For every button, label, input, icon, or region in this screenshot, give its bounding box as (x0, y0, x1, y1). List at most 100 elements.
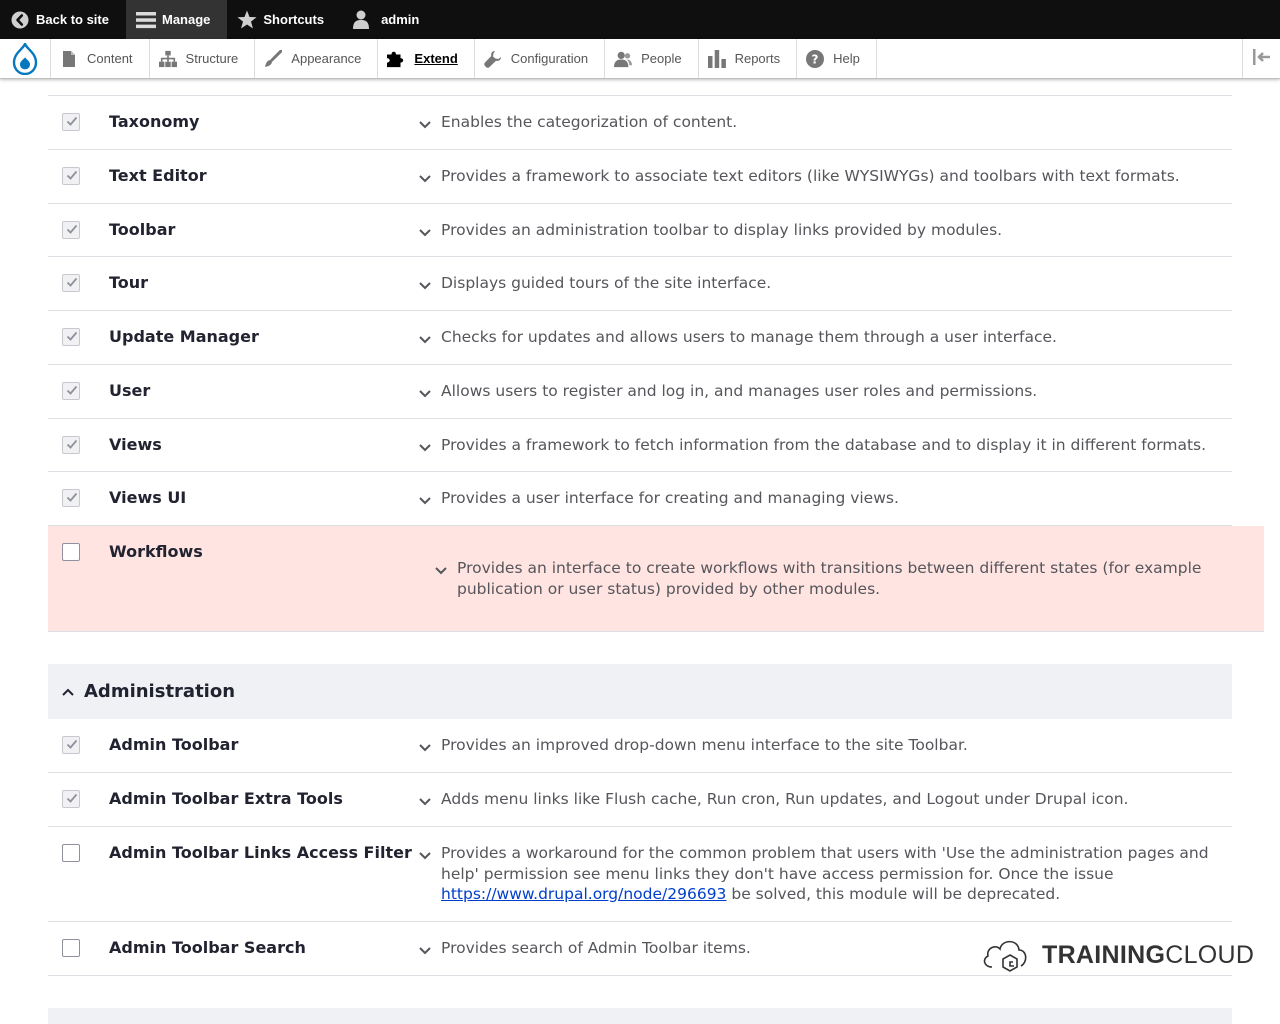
shortcuts-label: Shortcuts (263, 12, 325, 27)
tray-item-help[interactable]: ? Help (796, 39, 877, 78)
issue-link[interactable]: https://www.drupal.org/node/296693 (441, 885, 726, 903)
tray-item-label: Help (833, 51, 860, 66)
module-name[interactable]: Tour (109, 273, 148, 292)
next-package-header (48, 1008, 1232, 1024)
paintbrush-icon (264, 49, 283, 68)
description-text: Provides a workaround for the common pro… (441, 844, 1209, 883)
tray-item-label: Appearance (291, 51, 362, 66)
module-name[interactable]: Admin Toolbar Search (109, 938, 306, 957)
chevron-down-icon[interactable] (418, 277, 432, 291)
chevron-down-icon[interactable] (418, 847, 432, 861)
module-row: Workflows Provides an interface to create… (48, 526, 1264, 632)
module-name[interactable]: Workflows (109, 542, 203, 561)
bar-chart-icon (707, 49, 726, 68)
collapse-left-icon (1252, 48, 1271, 69)
hamburger-icon (135, 10, 156, 30)
tray-item-label: Reports (734, 51, 781, 66)
tray-item-structure[interactable]: Structure (148, 39, 255, 78)
module-row: Text Editor Provides a framework to assoc… (48, 150, 1232, 204)
module-checkbox[interactable] (62, 844, 80, 862)
back-to-site-label: Back to site (36, 12, 109, 27)
module-checkbox (62, 489, 80, 507)
tray-orientation-toggle[interactable] (1242, 39, 1280, 78)
admin-toolbar-bar: Back to site Manage Shortcuts admin (0, 0, 1280, 39)
module-row: Admin Toolbar Provides an improved drop-d… (48, 719, 1232, 773)
description-text: be solved, this module will be deprecate… (731, 885, 1061, 903)
chevron-up-icon (62, 688, 74, 696)
module-description: Enables the categorization of content. (441, 113, 738, 131)
tray-item-extend[interactable]: Extend (377, 39, 473, 78)
tray-item-appearance[interactable]: Appearance (254, 39, 377, 78)
chevron-down-icon[interactable] (418, 116, 432, 130)
module-name[interactable]: Taxonomy (109, 112, 199, 131)
module-description: Provides a user interface for creating a… (441, 489, 899, 507)
module-description: Checks for updates and allows users to m… (441, 328, 1057, 346)
admin-tray: Content Structure Appearance Extend Conf… (0, 39, 1280, 79)
user-tab[interactable]: admin (341, 0, 436, 39)
chevron-down-icon[interactable] (418, 492, 432, 506)
module-checkbox[interactable] (62, 543, 80, 561)
manage-tab[interactable]: Manage (125, 0, 228, 39)
tray-item-content[interactable]: Content (50, 39, 149, 78)
manage-label: Manage (161, 12, 211, 27)
chevron-down-icon[interactable] (418, 331, 432, 345)
puzzle-icon (387, 50, 405, 68)
tray-item-people[interactable]: People (604, 39, 697, 78)
chevron-down-icon[interactable] (418, 793, 432, 807)
module-checkbox[interactable] (62, 939, 80, 957)
tray-item-reports[interactable]: Reports (697, 39, 797, 78)
module-row: Update Manager Checks for updates and all… (48, 311, 1232, 365)
star-icon (237, 10, 257, 30)
module-checkbox (62, 221, 80, 239)
module-row: Views UI Provides a user interface for cr… (48, 472, 1232, 526)
module-checkbox (62, 436, 80, 454)
tray-item-label: Configuration (510, 51, 589, 66)
back-arrow-icon (10, 10, 30, 30)
module-description: Adds menu links like Flush cache, Run cr… (441, 790, 1129, 808)
chevron-down-icon[interactable] (418, 942, 432, 956)
module-name[interactable]: User (109, 381, 150, 400)
module-name[interactable]: Admin Toolbar (109, 735, 238, 754)
module-row: Admin Toolbar Extra Tools Adds menu links… (48, 773, 1232, 827)
module-name[interactable]: Admin Toolbar Extra Tools (109, 789, 343, 808)
shortcuts-tab[interactable]: Shortcuts (227, 0, 341, 39)
tray-item-label: Structure (185, 51, 239, 66)
chevron-down-icon[interactable] (418, 385, 432, 399)
module-row: Taxonomy Enables the categorization of co… (48, 96, 1232, 150)
chevron-down-icon[interactable] (418, 439, 432, 453)
module-name[interactable]: Admin Toolbar Links Access Filter (109, 843, 412, 862)
module-row: Admin Toolbar Links Access Filter Provide… (48, 827, 1232, 922)
module-name[interactable]: Update Manager (109, 327, 259, 346)
module-name[interactable]: Text Editor (109, 166, 207, 185)
module-row: Views Provides a framework to fetch infor… (48, 419, 1232, 472)
module-checkbox (62, 167, 80, 185)
chevron-down-icon[interactable] (434, 562, 448, 576)
module-description: Provides an improved drop-down menu inte… (441, 736, 968, 754)
tray-item-label: People (641, 51, 682, 66)
module-name[interactable]: Views UI (109, 488, 186, 507)
chevron-down-icon[interactable] (418, 739, 432, 753)
tray-item-label: Content (87, 51, 133, 66)
structure-icon (158, 50, 177, 68)
module-description: Provides an administration toolbar to di… (441, 221, 1003, 239)
module-row: User Allows users to register and log in,… (48, 365, 1232, 419)
chevron-down-icon[interactable] (418, 170, 432, 184)
module-description: Provides a framework to fetch informatio… (441, 436, 1207, 454)
module-checkbox (62, 274, 80, 292)
module-checkbox (62, 736, 80, 754)
package-administration-header[interactable]: Administration (48, 664, 1232, 719)
chevron-down-icon[interactable] (418, 224, 432, 238)
cloud-logo-icon (980, 933, 1030, 977)
module-description: Allows users to register and log in, and… (441, 382, 1038, 400)
module-checkbox (62, 790, 80, 808)
tray-item-configuration[interactable]: Configuration (473, 39, 604, 78)
module-checkbox (62, 382, 80, 400)
module-description: Provides a framework to associate text e… (441, 167, 1180, 185)
module-name[interactable]: Toolbar (109, 220, 175, 239)
module-description: Provides an interface to create workflow… (457, 559, 1202, 598)
drupal-logo-icon[interactable] (0, 39, 50, 79)
user-icon (351, 10, 371, 30)
user-label: admin (381, 12, 420, 27)
back-to-site-link[interactable]: Back to site (0, 0, 126, 39)
module-name[interactable]: Views (109, 435, 162, 454)
